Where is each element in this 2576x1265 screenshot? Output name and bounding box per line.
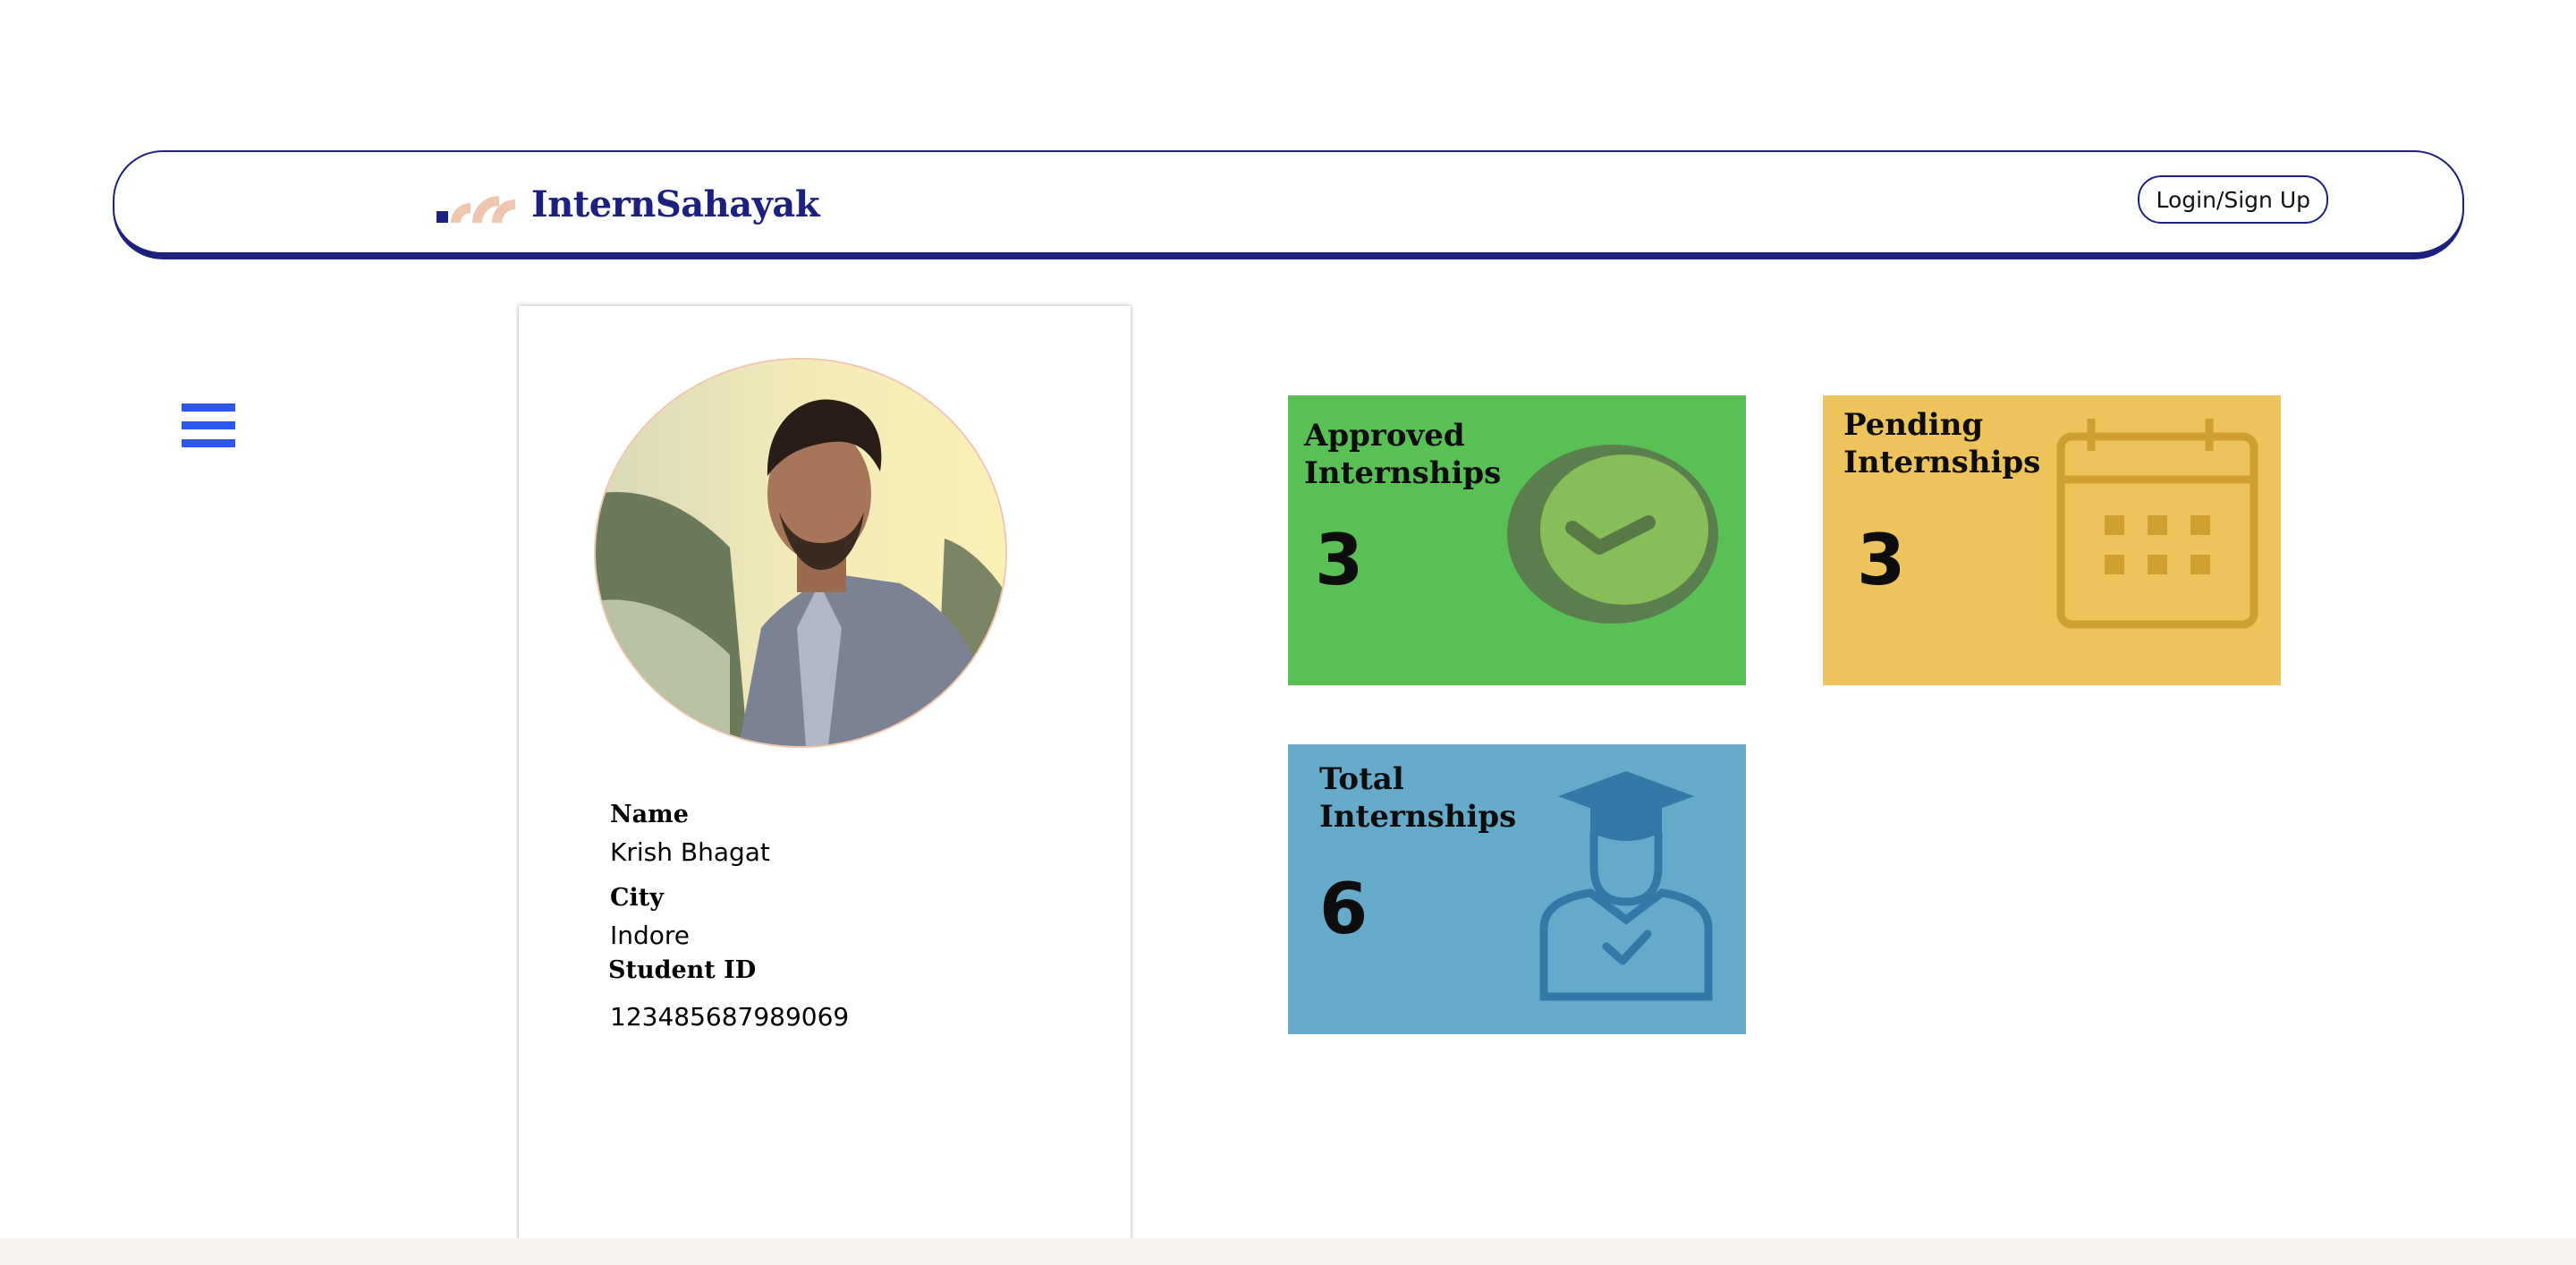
approved-internships-card[interactable]: Approved Internships 3 bbox=[1288, 395, 1746, 685]
pending-count: 3 bbox=[1857, 521, 1906, 601]
avatar-icon bbox=[596, 360, 1005, 746]
approved-count: 3 bbox=[1315, 521, 1364, 601]
brand-logo[interactable]: InternSahayak bbox=[436, 177, 820, 231]
calendar-icon bbox=[2056, 419, 2258, 629]
wifi-arcs-logo-icon bbox=[436, 196, 515, 223]
profile-photo bbox=[594, 358, 1007, 748]
pending-title-line2: Internships bbox=[1843, 445, 2041, 480]
name-label: Name bbox=[610, 801, 689, 828]
total-title-line1: Total bbox=[1319, 761, 1404, 797]
footer-strip bbox=[0, 1238, 2576, 1265]
student-id-value: 123485687989069 bbox=[610, 1002, 850, 1032]
approved-title-line1: Approved bbox=[1304, 418, 1465, 454]
total-internships-card[interactable]: Total Internships 6 bbox=[1288, 744, 1746, 1034]
top-navbar: InternSahayak Login/Sign Up bbox=[113, 150, 2464, 259]
student-id-label: Student ID bbox=[608, 956, 757, 984]
city-label: City bbox=[610, 884, 664, 912]
hamburger-icon[interactable] bbox=[182, 402, 235, 450]
approved-title-line2: Internships bbox=[1304, 455, 1502, 491]
city-value: Indore bbox=[610, 921, 691, 950]
pending-title-line1: Pending bbox=[1843, 407, 1984, 443]
profile-card: Name Krish Bhagat City Indore Student ID… bbox=[519, 306, 1131, 1245]
brand-name: InternSahayak bbox=[531, 183, 820, 225]
check-circle-icon bbox=[1507, 445, 1718, 624]
name-value: Krish Bhagat bbox=[610, 837, 770, 867]
graduate-icon bbox=[1539, 771, 1713, 1001]
total-count: 6 bbox=[1319, 870, 1368, 950]
login-signup-button[interactable]: Login/Sign Up bbox=[2138, 175, 2328, 224]
total-title-line2: Internships bbox=[1319, 799, 1517, 835]
pending-internships-card[interactable]: Pending Internships 3 bbox=[1823, 395, 2281, 685]
